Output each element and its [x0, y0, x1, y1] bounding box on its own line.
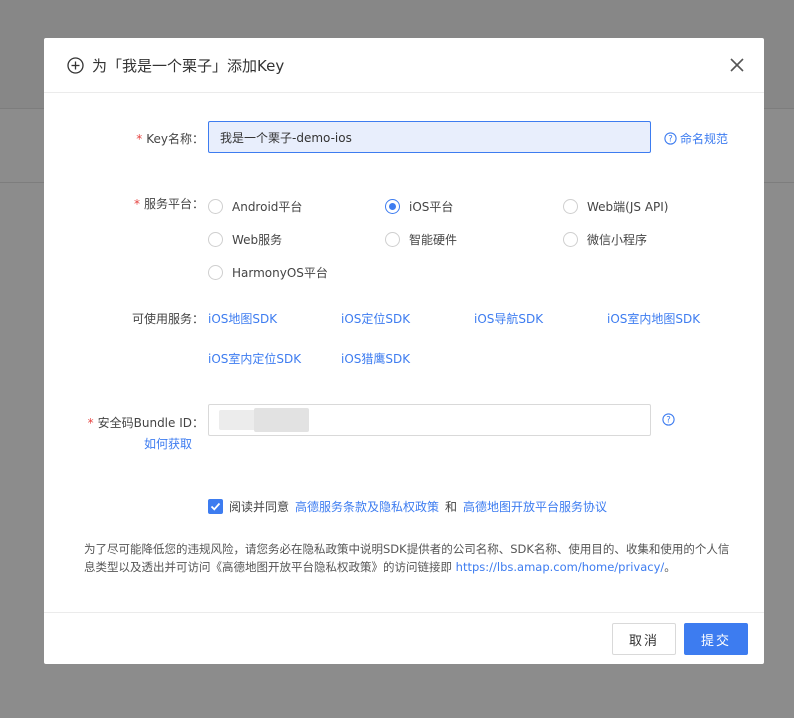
- footer-divider: [44, 612, 764, 613]
- radio-circle: [563, 199, 578, 214]
- radio-label: HarmonyOS平台: [232, 266, 328, 280]
- question-circle-icon: ?: [664, 132, 677, 145]
- question-circle-icon[interactable]: ?: [662, 413, 675, 426]
- key-name-label: * Key名称：: [136, 130, 204, 147]
- dialog-title: 为「我是一个栗子」添加Key: [92, 57, 285, 75]
- key-name-input[interactable]: [208, 121, 651, 153]
- service-agreement-link[interactable]: 高德地图开放平台服务协议: [463, 498, 607, 515]
- service-ios-falcon-sdk[interactable]: iOS猎鹰SDK: [341, 350, 410, 367]
- redacted-value: [254, 408, 309, 432]
- radio-wechat-miniprogram[interactable]: 微信小程序: [563, 231, 647, 248]
- radio-android[interactable]: Android平台: [208, 198, 302, 215]
- radio-circle: [563, 232, 578, 247]
- check-icon: [210, 502, 221, 511]
- svg-text:?: ?: [668, 135, 673, 145]
- radio-circle: [208, 199, 223, 214]
- privacy-url-link[interactable]: https://lbs.amap.com/home/privacy/: [456, 560, 665, 574]
- platform-label: * 服务平台：: [134, 195, 204, 212]
- how-to-get-link[interactable]: 如何获取: [144, 435, 192, 452]
- required-mark: *: [133, 197, 140, 211]
- add-key-dialog: 为「我是一个栗子」添加Key *Key名称： ? 命名规范 *服务平台： And…: [44, 38, 764, 664]
- radio-ios[interactable]: iOS平台: [385, 198, 453, 215]
- notice-suffix: 。: [664, 560, 676, 574]
- add-circle-icon: [67, 57, 84, 74]
- privacy-notice: 为了尽可能降低您的违规风险，请您务必在隐私政策中说明SDK提供者的公司名称、SD…: [84, 540, 734, 576]
- service-ios-location-sdk[interactable]: iOS定位SDK: [341, 310, 410, 327]
- radio-circle-checked: [385, 199, 400, 214]
- radio-label: 智能硬件: [409, 233, 458, 247]
- naming-rules-link[interactable]: ? 命名规范: [664, 130, 728, 147]
- service-ios-navigation-sdk[interactable]: iOS导航SDK: [474, 310, 543, 327]
- svg-text:?: ?: [666, 416, 671, 426]
- close-icon[interactable]: [728, 56, 746, 74]
- radio-label: Android平台: [232, 200, 303, 214]
- service-ios-indoor-map-sdk[interactable]: iOS室内地图SDK: [607, 310, 700, 327]
- radio-circle: [208, 265, 223, 280]
- key-name-label-text: Key名称：: [146, 132, 204, 146]
- radio-web-js-api[interactable]: Web端(JS API): [563, 198, 668, 215]
- agreement-text: 阅读并同意: [229, 500, 290, 514]
- required-mark: *: [87, 416, 94, 430]
- agreement-row: 阅读并同意 高德服务条款及隐私权政策 和 高德地图开放平台服务协议: [208, 498, 607, 515]
- naming-rules-text: 命名规范: [680, 132, 729, 146]
- submit-button[interactable]: 提交: [684, 623, 748, 655]
- radio-circle: [208, 232, 223, 247]
- agreement-and-text: 和: [445, 500, 458, 514]
- radio-label: iOS平台: [409, 200, 454, 214]
- dialog-header: 为「我是一个栗子」添加Key: [44, 38, 764, 93]
- agreement-checkbox[interactable]: [208, 499, 223, 514]
- radio-label: Web服务: [232, 233, 283, 247]
- radio-harmonyos[interactable]: HarmonyOS平台: [208, 264, 328, 281]
- radio-web-service[interactable]: Web服务: [208, 231, 282, 248]
- radio-label: Web端(JS API): [587, 200, 669, 214]
- radio-circle: [385, 232, 400, 247]
- bundle-id-label-text: 安全码Bundle ID：: [97, 416, 204, 430]
- cancel-button[interactable]: 取消: [612, 623, 676, 655]
- bundle-id-label: * 安全码Bundle ID：: [88, 414, 204, 431]
- radio-label: 微信小程序: [587, 233, 648, 247]
- terms-privacy-link[interactable]: 高德服务条款及隐私权政策: [295, 498, 439, 515]
- services-label: 可使用服务：: [131, 312, 204, 326]
- radio-smart-hardware[interactable]: 智能硬件: [385, 231, 457, 248]
- service-ios-map-sdk[interactable]: iOS地图SDK: [208, 310, 277, 327]
- platform-label-text: 服务平台：: [143, 197, 204, 211]
- required-mark: *: [136, 132, 143, 146]
- service-ios-indoor-location-sdk[interactable]: iOS室内定位SDK: [208, 350, 301, 367]
